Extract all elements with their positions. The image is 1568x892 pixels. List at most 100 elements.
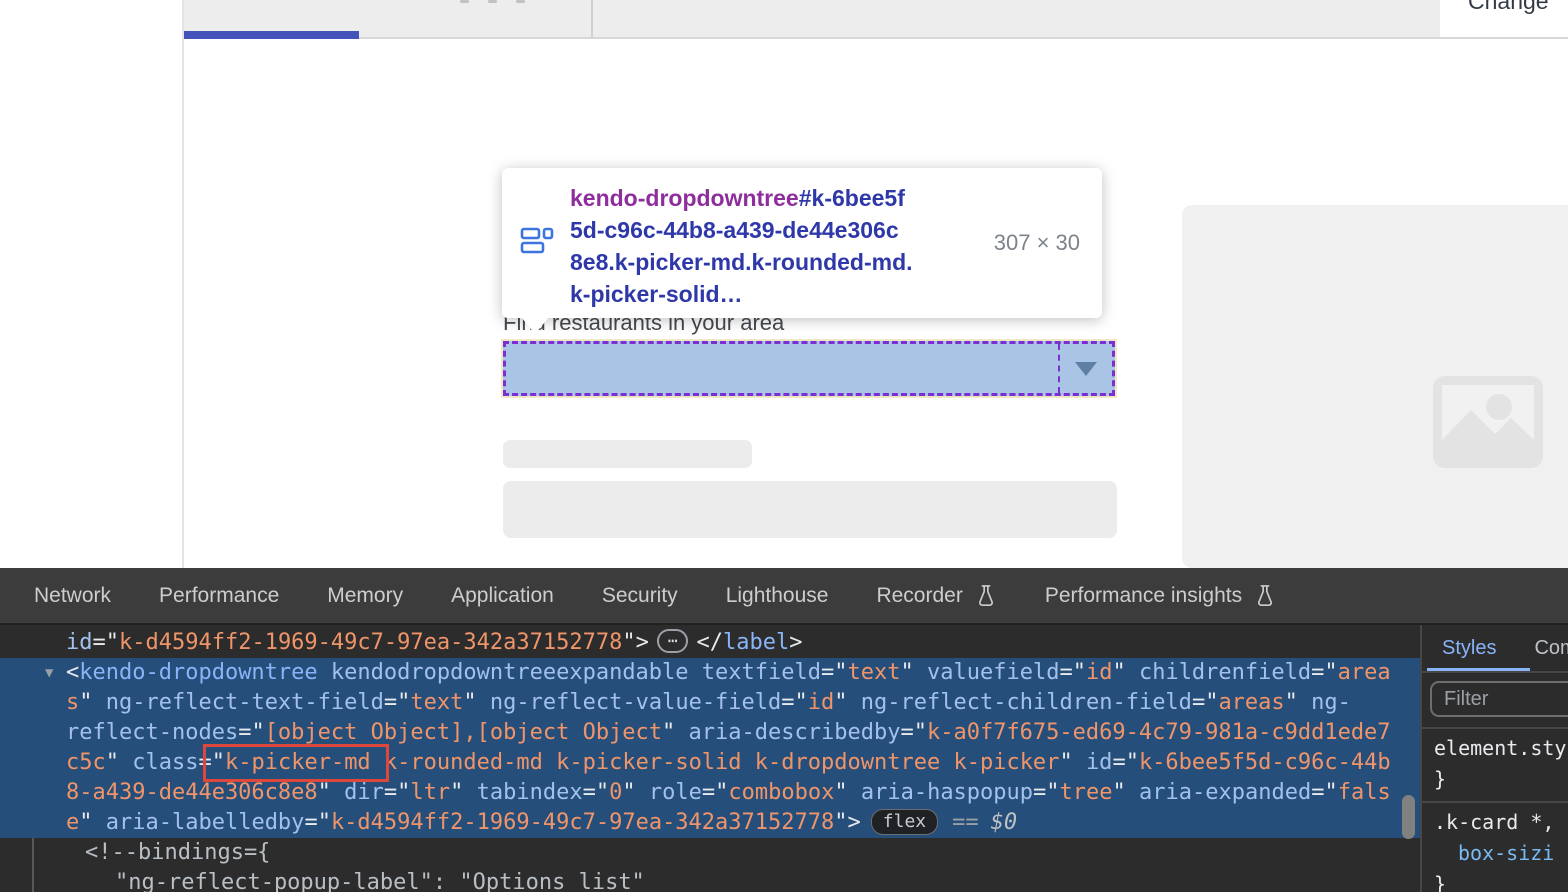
sidebar-divider	[182, 0, 184, 568]
clipped-tab-text	[516, 0, 525, 3]
devtools-tab-security[interactable]: Security	[578, 568, 702, 623]
code-token: "	[662, 720, 676, 745]
styles-tab-underline	[1427, 668, 1530, 671]
code-token: =	[1033, 780, 1047, 805]
code-token: role	[648, 780, 702, 805]
code-token: =	[1112, 750, 1126, 775]
devtools-tab-performance[interactable]: Performance	[135, 568, 303, 623]
code-token: area	[1337, 660, 1391, 685]
code-token[interactable]: ▼	[45, 658, 66, 688]
code-token: "	[105, 630, 119, 655]
code-token: "	[450, 780, 464, 805]
code-token: "	[834, 660, 848, 685]
code-token: "	[1205, 690, 1219, 715]
rule-brace: }	[1434, 767, 1447, 791]
custom-element-icon	[520, 226, 554, 261]
style-rule: element.sty }	[1422, 729, 1568, 803]
code-token: =	[1059, 660, 1073, 685]
rule-property[interactable]: box-sizi	[1434, 838, 1568, 869]
code-line[interactable]: <!--bindings={	[0, 838, 1420, 868]
code-token: aria-haspopup	[860, 780, 1034, 805]
change-link[interactable]: Change	[1468, 0, 1549, 15]
tab-styles[interactable]: Styles	[1442, 637, 1496, 660]
dropdowntree-highlight[interactable]	[501, 339, 1117, 398]
code-token: "	[715, 780, 729, 805]
code-line[interactable]: ▼ <kendo-dropdowntree kendodropdowntreeex…	[0, 658, 1420, 688]
code-token: k-6bee5f5d-c96c-44b	[1138, 750, 1391, 775]
tab-label: Memory	[327, 583, 404, 607]
code-token: ==	[952, 810, 979, 835]
code-token: [object Object],[object Object	[264, 720, 663, 745]
code-token: "	[900, 660, 914, 685]
devtools-tab-recorder[interactable]: Recorder	[852, 568, 1020, 623]
tab-label: Recorder	[876, 583, 963, 607]
code-token: "	[595, 780, 610, 805]
tab-strip-border	[183, 37, 1568, 39]
code-token: text	[847, 660, 901, 685]
code-token: "	[79, 690, 93, 715]
tab-separator	[591, 0, 593, 37]
code-token: "	[1324, 780, 1338, 805]
code-token: aria-expanded	[1139, 780, 1312, 805]
tab-computed[interactable]: Computed	[1534, 637, 1568, 660]
code-token: class	[132, 750, 199, 775]
tab-label: Performance	[159, 583, 280, 607]
code-line[interactable]: 8-a439-de44e306c8e8" dir="ltr" tabindex=…	[0, 778, 1420, 808]
code-token: "	[1324, 660, 1338, 685]
code-line[interactable]: id="k-d4594ff2-1969-49c7-97ea-342a371527…	[0, 628, 1420, 658]
devtools-tab-memory[interactable]: Memory	[303, 568, 427, 623]
code-token: reflect-nodes	[66, 720, 239, 745]
code-token: label	[722, 630, 790, 655]
code-line[interactable]: s" ng-reflect-text-field="text" ng-refle…	[0, 688, 1420, 718]
code-token: ng-reflect-value-field	[489, 690, 782, 715]
code-token: aria-describedby	[688, 720, 901, 745]
dropdown-arrow-button[interactable]	[1058, 344, 1112, 393]
devtools-tab-application[interactable]: Application	[427, 568, 578, 623]
code-token: k-d4594ff2-1969-49c7-97ea-342a37152778	[119, 630, 623, 655]
code-line[interactable]: e" aria-labelledby="k-d4594ff2-1969-49c7…	[0, 808, 1420, 838]
ellipsis-pill[interactable]: ⋯	[656, 629, 689, 653]
tooltip-tag: kendo-dropdowntree	[570, 185, 799, 211]
code-token: 8-a439-de44e306c8e8	[66, 780, 318, 805]
code-token: "	[105, 750, 119, 775]
code-token: "	[317, 810, 331, 835]
code-token: ">	[622, 630, 649, 655]
code-line[interactable]: "ng-reflect-popup-label": "Options list"	[0, 868, 1420, 892]
devtools-tab-performance-insights[interactable]: Performance insights	[1021, 568, 1300, 623]
devtools-tab-network[interactable]: Network	[10, 568, 135, 623]
code-token: =	[383, 780, 398, 805]
clipped-tab-text	[460, 0, 469, 3]
code-token: =	[1191, 690, 1206, 715]
tab-label: Lighthouse	[725, 583, 829, 607]
code-token: id	[1085, 660, 1113, 685]
rule-selector[interactable]: .k-card *,	[1434, 807, 1568, 838]
scrollbar-thumb[interactable]	[1402, 795, 1415, 839]
dropdown-value-area[interactable]	[506, 344, 1058, 393]
code-token: "	[913, 720, 927, 745]
flask-icon	[1258, 584, 1273, 606]
code-token: ng-reflect-text-field	[105, 690, 384, 715]
tab-label: Network	[34, 583, 112, 607]
code-token: id	[66, 630, 93, 655]
tab-label: Application	[451, 583, 554, 607]
code-token: s	[66, 690, 80, 715]
code-token: aria-labelledby	[105, 810, 305, 835]
code-token: dir	[344, 780, 384, 805]
rule-selector[interactable]: element.sty	[1434, 733, 1568, 764]
flask-icon	[978, 584, 993, 606]
tooltip-selector: kendo-dropdowntree#k-6bee5f 5d-c96c-44b8…	[570, 185, 913, 307]
devtools-tab-lighthouse[interactable]: Lighthouse	[702, 568, 853, 623]
code-token: "	[79, 810, 93, 835]
styles-filter-input[interactable]	[1430, 681, 1568, 717]
code-token: "	[1112, 780, 1126, 805]
flex-badge[interactable]: flex	[870, 809, 939, 835]
code-token: "	[251, 720, 265, 745]
code-token: =	[92, 630, 106, 655]
